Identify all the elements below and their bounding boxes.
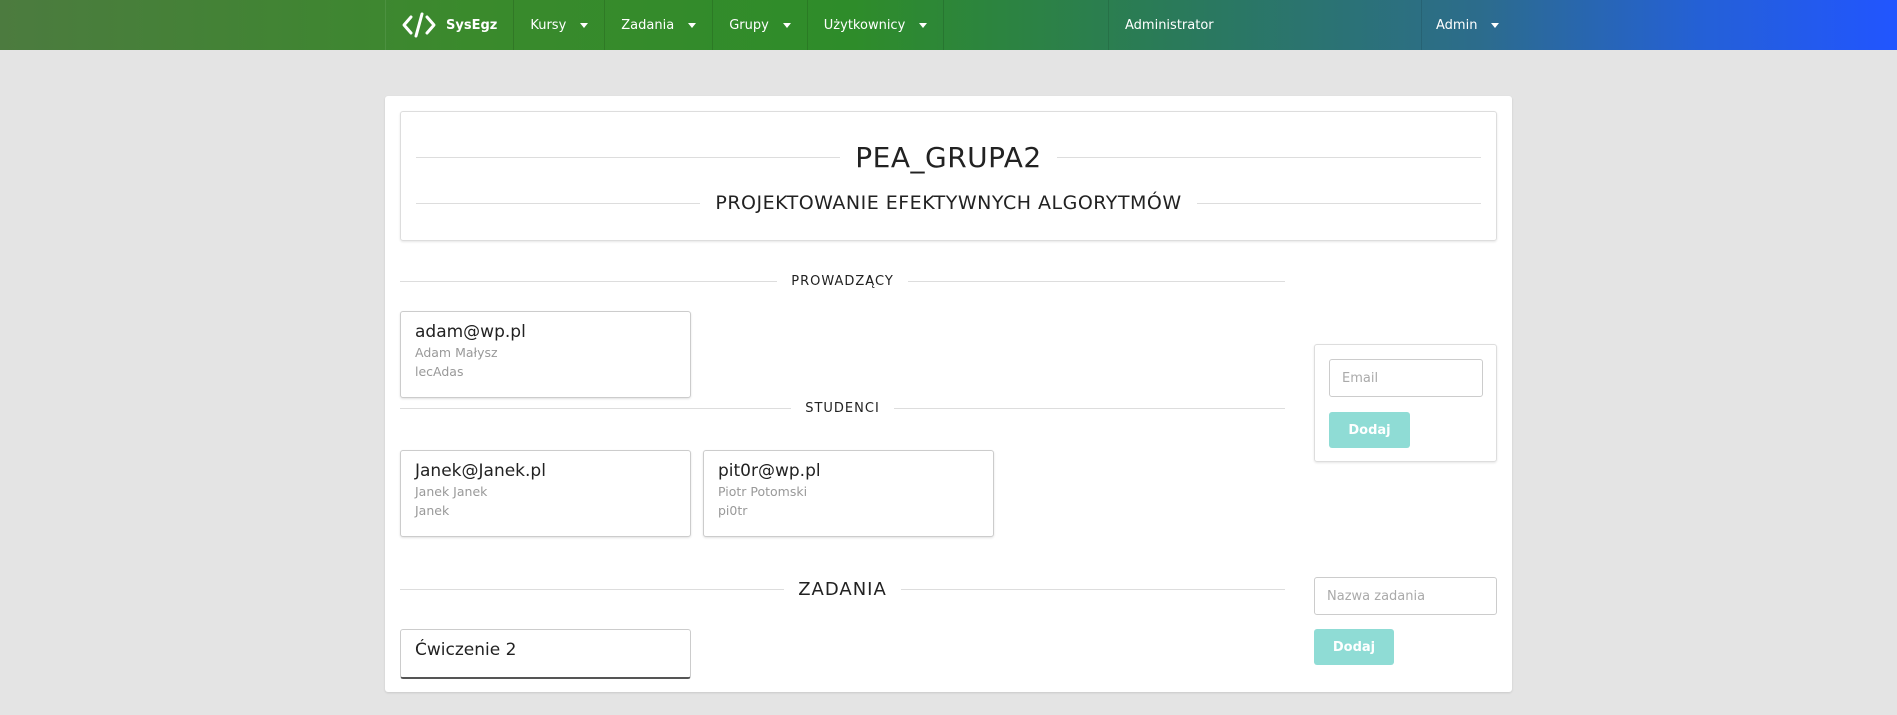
group-header: PEA_GRUPA2 PROJEKTOWANIE EFEKTYWNYCH ALG… (400, 111, 1497, 241)
brand-name: SysEgz (446, 17, 498, 33)
course-title: PROJEKTOWANIE EFEKTYWNYCH ALGORYTMÓW (416, 192, 1481, 214)
student-card[interactable]: Janek@Janek.pl Janek Janek Janek (400, 450, 691, 537)
chevron-down-icon (688, 22, 697, 28)
top-navbar: SysEgz Kursy Zadania Grupy Użytkownicy A… (0, 0, 1897, 50)
menu-kursy-label: Kursy (530, 17, 567, 33)
menu-zadania[interactable]: Zadania (605, 0, 714, 50)
group-code: PEA_GRUPA2 (855, 141, 1042, 174)
student-login: pi0tr (718, 503, 748, 518)
menu-kursy[interactable]: Kursy (514, 0, 606, 50)
students-heading: STUDENCI (400, 401, 1285, 416)
user-menu[interactable]: Admin (1422, 0, 1513, 50)
menu-grupy[interactable]: Grupy (713, 0, 808, 50)
lecturer-login: lecAdas (415, 364, 464, 379)
student-name: Piotr Potomski (718, 484, 808, 499)
student-email: pit0r@wp.pl (718, 461, 821, 481)
lecturer-email: adam@wp.pl (415, 322, 526, 342)
add-task-button[interactable]: Dodaj (1314, 629, 1394, 665)
group-title: PEA_GRUPA2 (416, 141, 1481, 174)
task-card[interactable]: Ćwiczenie 2 (400, 629, 691, 679)
add-student-button[interactable]: Dodaj (1329, 412, 1410, 448)
lecturers-heading: PROWADZĄCY (400, 274, 1285, 289)
students-heading-label: STUDENCI (805, 401, 880, 416)
chevron-down-icon (1491, 22, 1500, 28)
brand-link[interactable]: SysEgz (385, 0, 515, 50)
student-card[interactable]: pit0r@wp.pl Piotr Potomski pi0tr (703, 450, 994, 537)
email-input[interactable]: Email (1329, 359, 1483, 397)
tasks-heading: ZADANIA (400, 579, 1285, 600)
tasks-heading-label: ZADANIA (798, 579, 887, 600)
lecturer-name: Adam Małysz (415, 345, 498, 360)
nav-menu: SysEgz Kursy Zadania Grupy Użytkownicy (385, 0, 945, 50)
task-name-input[interactable]: Nazwa zadania (1314, 577, 1497, 615)
menu-uzytkownicy-label: Użytkownicy (823, 17, 906, 33)
student-login: Janek (415, 503, 450, 518)
student-name: Janek Janek (415, 484, 488, 499)
menu-zadania-label: Zadania (621, 17, 675, 33)
chevron-down-icon (919, 22, 928, 28)
chevron-down-icon (580, 22, 589, 28)
user-role: Administrator (1108, 0, 1422, 50)
course-name: PROJEKTOWANIE EFEKTYWNYCH ALGORYTMÓW (715, 192, 1182, 214)
group-panel: PEA_GRUPA2 PROJEKTOWANIE EFEKTYWNYCH ALG… (385, 96, 1512, 692)
lecturers-heading-label: PROWADZĄCY (791, 274, 894, 289)
chevron-down-icon (782, 22, 791, 28)
code-icon (402, 12, 436, 38)
user-menu-label: Admin (1436, 17, 1478, 33)
add-student-form: Email Dodaj (1314, 344, 1497, 462)
menu-uzytkownicy[interactable]: Użytkownicy (808, 0, 945, 50)
lecturer-card[interactable]: adam@wp.pl Adam Małysz lecAdas (400, 311, 691, 398)
menu-grupy-label: Grupy (729, 17, 769, 33)
student-email: Janek@Janek.pl (415, 461, 546, 481)
